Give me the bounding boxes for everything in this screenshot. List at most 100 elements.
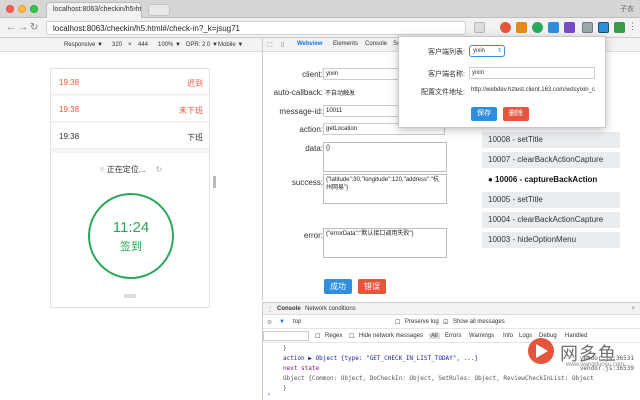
tab-console-drawer[interactable]: Console bbox=[277, 306, 301, 312]
console-line: } bbox=[283, 345, 287, 352]
address-bar[interactable]: localhost:8063/checkin/h5.html#/check-in… bbox=[46, 21, 466, 35]
refresh-icon[interactable]: ↻ bbox=[156, 165, 163, 174]
checkin-status: 未下班 bbox=[179, 106, 203, 115]
tab-webview[interactable]: Webview bbox=[297, 41, 323, 47]
list-item-active[interactable]: ● 10006 - captureBackAction bbox=[482, 172, 620, 188]
client-list-value: yixin bbox=[473, 48, 486, 54]
checkin-status: 迟到 bbox=[187, 79, 203, 88]
checkin-row[interactable]: 19:38 下班 bbox=[51, 123, 209, 149]
delete-button[interactable]: 删除 bbox=[503, 107, 529, 121]
browser-toolbar: ← → ↻ localhost:8063/checkin/h5.html#/ch… bbox=[0, 18, 640, 38]
error-button[interactable]: 错误 bbox=[358, 279, 386, 294]
extension-icon-purple[interactable] bbox=[564, 22, 575, 33]
level-logs[interactable]: Logs bbox=[519, 333, 532, 339]
console-line: } bbox=[283, 385, 287, 392]
checkin-status: 下班 bbox=[187, 133, 203, 142]
window-maximize-button[interactable] bbox=[30, 5, 38, 13]
checkin-row[interactable]: 19:38 迟到 bbox=[51, 69, 209, 95]
back-arrow-icon[interactable]: ← bbox=[6, 22, 16, 34]
extension-icon-leaf[interactable] bbox=[614, 22, 625, 33]
config-url-label: 配置文件地址: bbox=[421, 89, 465, 96]
message-list: 10008 - setTitle 10007 - clearBackAction… bbox=[482, 132, 620, 252]
checkin-button[interactable]: 11:24 签到 bbox=[88, 193, 174, 279]
success-label: success: bbox=[291, 178, 323, 187]
context-select[interactable]: top bbox=[293, 319, 301, 325]
reload-icon[interactable]: ↻ bbox=[30, 22, 38, 34]
browser-titlebar: localhost:8063/checkin/h5.ht × 子衣 bbox=[0, 0, 640, 18]
level-all[interactable]: All bbox=[429, 333, 440, 339]
level-handled[interactable]: Handled bbox=[565, 333, 587, 339]
console-line[interactable]: Object {Common: Object, DoCheckIn: Objec… bbox=[283, 375, 594, 382]
success-textarea[interactable]: {"latitude":30,"longitude":120,"address"… bbox=[323, 174, 447, 204]
device-toggle-icon[interactable]: ▯ bbox=[281, 41, 284, 48]
config-url-input[interactable]: http://webdev.hztest.client.163.com/wdsy… bbox=[469, 85, 595, 97]
device-width-input[interactable]: 320 bbox=[112, 42, 122, 48]
message-id-label: message-id: bbox=[279, 107, 323, 116]
inspect-icon[interactable]: ⬚ bbox=[267, 41, 273, 48]
tab-close-icon[interactable]: × bbox=[133, 6, 137, 13]
close-drawer-icon[interactable]: × bbox=[631, 306, 635, 312]
client-list-select[interactable]: yixin ⇕ bbox=[469, 45, 505, 57]
console-prompt[interactable]: › bbox=[267, 391, 271, 398]
client-list-label: 客户端列表: bbox=[428, 49, 465, 56]
tab-network-conditions[interactable]: Network conditions bbox=[305, 306, 356, 312]
window-close-button[interactable] bbox=[6, 5, 14, 13]
window-minimize-button[interactable] bbox=[18, 5, 26, 13]
success-button[interactable]: 成功 bbox=[324, 279, 352, 294]
device-mode-select[interactable]: Mobile ▼ bbox=[218, 42, 243, 48]
device-preset-select[interactable]: Responsive ▼ bbox=[64, 42, 103, 48]
locating-status: ⌾ 正在定位... ↻ bbox=[51, 164, 209, 175]
level-info[interactable]: Info bbox=[503, 333, 513, 339]
console-filter-input[interactable] bbox=[263, 331, 309, 341]
hide-network-checkbox[interactable]: ☐ bbox=[349, 333, 354, 340]
phone-screen: 19:38 迟到 19:38 未下班 19:38 下班 ⌾ 正在定位... ↻ … bbox=[50, 68, 210, 308]
regex-label: Regex bbox=[325, 333, 343, 339]
viewport-resize-handle-bottom[interactable] bbox=[124, 294, 136, 298]
show-all-checkbox[interactable]: ☑ bbox=[443, 319, 448, 326]
device-dpr-select[interactable]: DPR: 2.0 ▼ bbox=[186, 42, 218, 48]
client-name-input[interactable]: yixin bbox=[469, 67, 595, 79]
new-tab-button[interactable] bbox=[148, 4, 170, 16]
console-line: next state bbox=[283, 365, 320, 372]
list-item[interactable]: 10008 - setTitle bbox=[482, 132, 620, 148]
preserve-log-checkbox[interactable]: ☐ bbox=[395, 319, 400, 326]
list-item[interactable]: 10005 - setTitle bbox=[482, 192, 620, 208]
tab-console[interactable]: Console bbox=[365, 41, 387, 47]
extension-icon-blue[interactable] bbox=[548, 22, 559, 33]
list-item[interactable]: 10004 - clearBackActionCapture bbox=[482, 212, 620, 228]
forward-arrow-icon[interactable]: → bbox=[18, 22, 28, 34]
viewport-resize-handle-right[interactable] bbox=[213, 176, 216, 188]
checkin-row[interactable]: 19:38 未下班 bbox=[51, 96, 209, 122]
tab-elements[interactable]: Elements bbox=[333, 41, 358, 47]
checkin-time: 19:38 bbox=[59, 132, 80, 141]
console-line[interactable]: action ▶ Object {type: "GET_CHECK_IN_LIS… bbox=[283, 355, 478, 362]
data-textarea[interactable]: {} bbox=[323, 142, 447, 172]
client-name-label: 客户端名称: bbox=[428, 71, 465, 78]
extension-icon-orange[interactable] bbox=[516, 22, 527, 33]
locating-text: 正在定位... bbox=[106, 165, 146, 174]
browser-tab-title: localhost:8063/checkin/h5.ht bbox=[53, 6, 142, 13]
list-item[interactable]: 10007 - clearBackActionCapture bbox=[482, 152, 620, 168]
level-warnings[interactable]: Warnings bbox=[469, 333, 494, 339]
bookmark-star-icon[interactable] bbox=[474, 22, 485, 33]
level-errors[interactable]: Errors bbox=[445, 333, 461, 339]
regex-checkbox[interactable]: ☐ bbox=[315, 333, 320, 340]
jsbridge-extension-icon[interactable] bbox=[598, 22, 609, 33]
device-height-input[interactable]: 444 bbox=[138, 42, 148, 48]
console-tabs: ⋮ Console Network conditions × bbox=[263, 303, 640, 315]
filter-icon[interactable]: ▼ bbox=[279, 319, 285, 325]
profile-name[interactable]: 子衣 bbox=[620, 4, 634, 14]
action-label: action: bbox=[299, 125, 323, 134]
extension-icon-grid[interactable] bbox=[582, 22, 593, 33]
console-toolbar: ⊘ ▼ top ☐ Preserve log ☑ Show all messag… bbox=[263, 315, 640, 329]
list-item[interactable]: 10003 - hideOptionMenu bbox=[482, 232, 620, 248]
device-zoom-select[interactable]: 100% ▼ bbox=[158, 42, 181, 48]
browser-tab[interactable]: localhost:8063/checkin/h5.ht × bbox=[46, 2, 142, 18]
extension-icon-red[interactable] bbox=[500, 22, 511, 33]
extension-icon-green[interactable] bbox=[532, 22, 543, 33]
error-textarea[interactable]: {"errorData":"默认接口调用失败"} bbox=[323, 228, 447, 258]
menu-dots-icon[interactable]: ⋮ bbox=[628, 22, 637, 33]
drawer-menu-icon[interactable]: ⋮ bbox=[267, 306, 273, 313]
clear-console-icon[interactable]: ⊘ bbox=[267, 319, 272, 326]
save-button[interactable]: 保存 bbox=[471, 107, 497, 121]
